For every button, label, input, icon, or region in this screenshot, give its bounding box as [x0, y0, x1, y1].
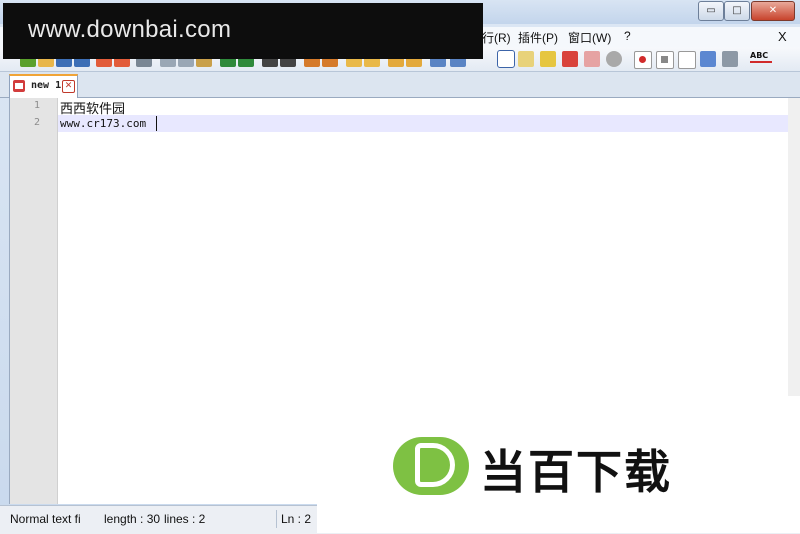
status-length: length : 30	[104, 512, 161, 526]
watermark-url: www.downbai.com	[28, 16, 232, 43]
minimize-button[interactable]: ▭	[698, 1, 724, 21]
editor-line[interactable]: 西西软件园	[58, 98, 788, 117]
line-number: 1	[33, 100, 40, 111]
tab-label: new 1	[31, 80, 62, 91]
function-list-icon[interactable]	[518, 51, 534, 67]
status-file-type: Normal text fi	[10, 512, 81, 526]
macro-panel-icon[interactable]	[606, 51, 622, 67]
record-macro-icon[interactable]	[634, 51, 652, 69]
tab-close-icon[interactable]: ✕	[62, 80, 75, 93]
menu-help[interactable]: ?	[624, 29, 631, 43]
tab-new-1[interactable]: new 1 ✕	[9, 74, 78, 98]
maximize-button[interactable]: □	[724, 1, 750, 21]
doc-map-icon[interactable]	[497, 50, 515, 68]
unsaved-file-icon	[13, 80, 25, 92]
spellcheck-icon[interactable]: ABC	[750, 51, 774, 67]
tab-bar: new 1 ✕	[0, 72, 800, 98]
save-macro-icon[interactable]	[722, 51, 738, 67]
menu-window[interactable]: 窗口(W)	[568, 29, 611, 46]
status-position: Ln : 2	[277, 510, 317, 528]
text-caret	[156, 116, 157, 131]
editor-line-current[interactable]: www.cr173.com	[58, 115, 788, 132]
status-line-number: Ln : 2	[281, 512, 312, 526]
watermark-brand-text: 当百下载	[480, 445, 672, 499]
watermark-logo: D 当百下载	[317, 396, 800, 533]
status-lines: lines : 2	[164, 512, 206, 526]
line-number-gutter: 1 2	[10, 98, 58, 504]
run-macro-multiple-icon[interactable]	[700, 51, 716, 67]
menu-plugins[interactable]: 插件(P)	[518, 29, 558, 46]
close-document-button[interactable]: X	[778, 29, 787, 44]
play-macro-icon[interactable]	[678, 51, 696, 69]
panel-icon[interactable]	[584, 51, 600, 67]
folder-workspace-icon[interactable]	[540, 51, 556, 67]
spellcheck-label: ABC	[750, 51, 769, 60]
app-window: ▭ □ ✕ 行(R) 插件(P) 窗口(W) ? X ABC www.downb…	[0, 0, 800, 534]
line-text: www.cr173.com	[60, 117, 147, 130]
close-window-button[interactable]: ✕	[751, 1, 795, 21]
menu-run[interactable]: 行(R)	[482, 29, 511, 46]
watermark-banner: www.downbai.com	[3, 3, 483, 59]
status-file-info: Normal text fi length : 30 lines : 2	[0, 510, 277, 528]
line-number: 2	[33, 117, 40, 128]
stop-macro-icon[interactable]	[656, 51, 674, 69]
monitoring-icon[interactable]	[562, 51, 578, 67]
